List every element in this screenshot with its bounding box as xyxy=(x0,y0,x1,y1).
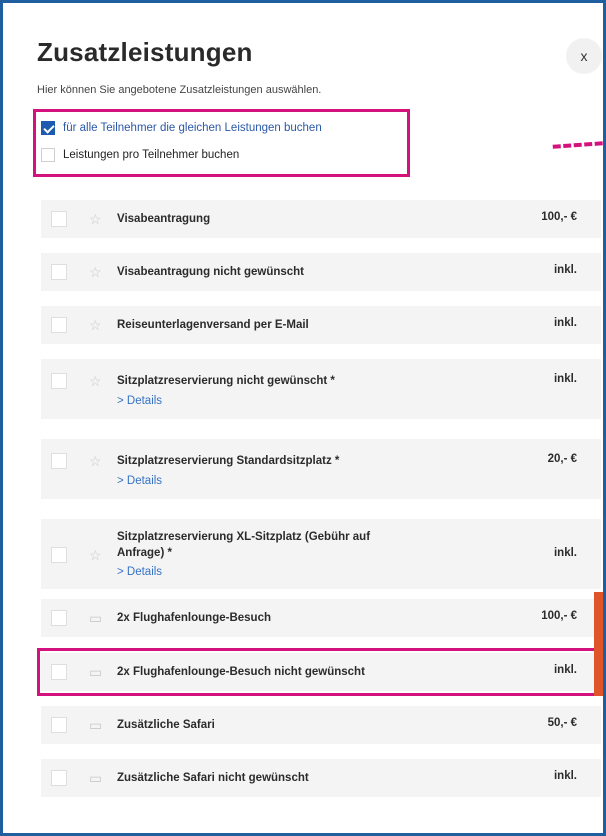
service-label: Reiseunterlagenversand per E-Mail xyxy=(117,319,309,331)
service-checkbox[interactable] xyxy=(51,373,67,389)
service-label: Zusätzliche Safari nicht gewünscht xyxy=(117,772,309,784)
dialog-title: Zusatzleistungen xyxy=(37,37,253,67)
service-price: inkl. xyxy=(553,547,577,559)
dialog-frame: Zusatzleistungen x Hier können Sie angeb… xyxy=(0,0,606,836)
service-price: inkl. xyxy=(553,373,577,385)
service-label: Visabeantragung nicht gewünscht xyxy=(117,266,305,278)
service-label: Sitzplatzreservierung XL-Sitzplatz (Gebü… xyxy=(117,531,371,559)
service-checkbox[interactable] xyxy=(51,453,67,469)
service-row[interactable]: ☆ Sitzplatzreservierung XL-Sitzplatz (Ge… xyxy=(41,519,601,589)
star-icon: ☆ xyxy=(89,453,102,469)
service-label: Sitzplatzreservierung nicht gewünscht * xyxy=(117,375,335,387)
ticket-icon: ▭ xyxy=(89,717,103,733)
details-link[interactable]: > Details xyxy=(117,566,162,578)
scrollbar-thumb[interactable] xyxy=(594,592,603,696)
close-button[interactable]: x xyxy=(566,38,602,74)
ticket-icon: ▭ xyxy=(89,610,103,626)
service-row[interactable]: ☆ Sitzplatzreservierung Standardsitzplat… xyxy=(41,439,601,499)
service-checkbox[interactable] xyxy=(51,211,67,227)
service-price: inkl. xyxy=(553,317,577,329)
option-per-participant[interactable]: Leistungen pro Teilnehmer buchen xyxy=(41,148,239,162)
service-checkbox[interactable] xyxy=(51,770,67,786)
service-row[interactable]: ☆ Visabeantragung 100,- € xyxy=(41,200,601,238)
service-row[interactable]: ▭ Zusätzliche Safari 50,- € xyxy=(41,706,601,744)
service-checkbox[interactable] xyxy=(51,717,67,733)
star-icon: ☆ xyxy=(89,264,102,280)
service-price: 100,- € xyxy=(541,610,577,622)
checkbox-per-participant[interactable] xyxy=(41,148,55,162)
dialog-subtitle: Hier können Sie angebotene Zusatzleistun… xyxy=(37,84,322,96)
service-row[interactable]: ☆ Sitzplatzreservierung nicht gewünscht … xyxy=(41,359,601,419)
option-per-participant-label: Leistungen pro Teilnehmer buchen xyxy=(63,149,240,161)
star-icon: ☆ xyxy=(89,317,102,333)
service-label: 2x Flughafenlounge-Besuch xyxy=(117,612,271,624)
star-icon: ☆ xyxy=(89,211,102,227)
booking-mode-highlight xyxy=(33,109,410,177)
service-checkbox[interactable] xyxy=(51,264,67,280)
service-checkbox[interactable] xyxy=(51,317,67,333)
service-row[interactable]: ☆ Visabeantragung nicht gewünscht inkl. xyxy=(41,253,601,291)
lounge-row-highlight xyxy=(37,648,603,696)
close-icon: x xyxy=(580,48,588,64)
star-icon: ☆ xyxy=(89,547,102,563)
service-checkbox[interactable] xyxy=(51,610,67,626)
service-row[interactable]: ☆ Reiseunterlagenversand per E-Mail inkl… xyxy=(41,306,601,344)
service-price: inkl. xyxy=(553,264,577,276)
service-row[interactable]: ▭ 2x Flughafenlounge-Besuch 100,- € xyxy=(41,599,601,637)
service-label: Zusätzliche Safari xyxy=(117,719,215,731)
details-link[interactable]: > Details xyxy=(117,395,162,407)
service-label: Visabeantragung xyxy=(117,213,211,225)
service-checkbox[interactable] xyxy=(51,547,67,563)
service-price: 50,- € xyxy=(547,717,577,729)
service-label: Sitzplatzreservierung Standardsitzplatz … xyxy=(117,455,340,467)
star-icon: ☆ xyxy=(89,373,102,389)
checkbox-same-for-all[interactable] xyxy=(41,121,55,135)
service-price: 100,- € xyxy=(541,211,577,223)
service-price: 20,- € xyxy=(547,453,577,465)
option-same-for-all-label: für alle Teilnehmer die gleichen Leistun… xyxy=(63,122,322,134)
ticket-icon: ▭ xyxy=(89,770,103,786)
service-price: inkl. xyxy=(553,770,577,782)
annotation-dash-mark xyxy=(552,141,603,157)
details-link[interactable]: > Details xyxy=(117,475,162,487)
option-same-for-all[interactable]: für alle Teilnehmer die gleichen Leistun… xyxy=(41,121,322,135)
service-row[interactable]: ▭ Zusätzliche Safari nicht gewünscht ink… xyxy=(41,759,601,797)
